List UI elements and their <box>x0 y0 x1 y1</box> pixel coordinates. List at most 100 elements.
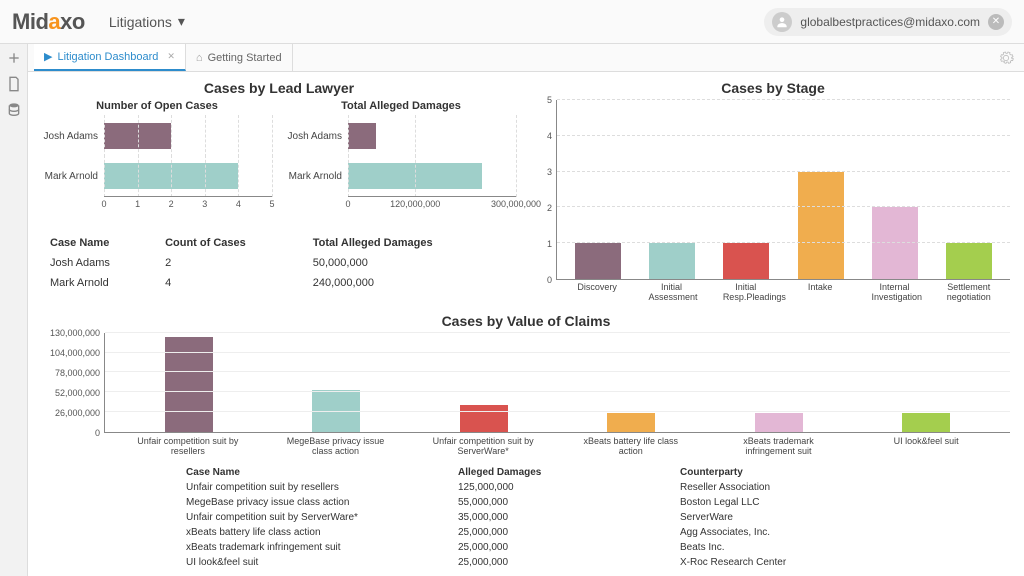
axis-label: Discovery <box>574 280 620 303</box>
axis-tick: 52,000,000 <box>55 388 100 398</box>
bar <box>872 207 918 279</box>
claims-table: Case Name Alleged Damages Counterparty U… <box>172 464 800 571</box>
bar-row: Josh Adams <box>286 116 516 156</box>
plot-area <box>104 333 1010 433</box>
bar-row: Mark Arnold <box>42 156 272 196</box>
tab-label: Litigation Dashboard <box>57 51 158 63</box>
chart-alleged-damages: Total Alleged Damages Josh Adams Mark Ar… <box>286 100 516 226</box>
axis-tick: 1 <box>547 239 552 249</box>
axis-tick: 120,000,000 <box>390 199 440 209</box>
y-axis: 026,000,00052,000,00078,000,000104,000,0… <box>42 333 104 433</box>
lawyer-table: Case Name Count of Cases Total Alleged D… <box>42 232 516 294</box>
bar <box>649 243 695 279</box>
panel-value-of-claims: Cases by Value of Claims 0 26,000,000 52,0… <box>42 313 1010 571</box>
bar <box>348 123 376 149</box>
logo-accent: a <box>48 9 60 34</box>
axis-label: MegeBase privacy issue class action <box>275 433 395 456</box>
axis-tick: 0 <box>95 428 100 438</box>
axis-tick: 0 <box>345 199 350 209</box>
axis-tick: 0 <box>547 275 552 285</box>
col-count: Count of Cases <box>159 234 305 252</box>
axis-tick: 26,000,000 <box>55 408 100 418</box>
col-damages: Total Alleged Damages <box>307 234 514 252</box>
table-row: xBeats battery life class action25,000,0… <box>174 526 798 539</box>
table-header-row: Case Name Alleged Damages Counterparty <box>174 466 798 479</box>
col-name: Case Name <box>44 234 157 252</box>
close-icon[interactable]: ✕ <box>167 51 175 62</box>
axis-label: Unfair competition suit by resellers <box>128 433 248 456</box>
table-row: Mark Arnold 4 240,000,000 <box>44 274 514 292</box>
plot-area <box>556 100 1010 280</box>
axis-tick: 0 <box>101 199 106 209</box>
database-icon[interactable] <box>6 102 22 118</box>
tab-litigation-dashboard[interactable]: ▶ Litigation Dashboard ✕ <box>34 44 186 71</box>
tabbar: ▶ Litigation Dashboard ✕ ⌂ Getting Start… <box>28 44 1024 72</box>
table-row: UI look&feel suit25,000,000X-Roc Researc… <box>174 556 798 569</box>
sidebar <box>0 44 28 576</box>
axis-label: Unfair competition suit by ServerWare* <box>423 433 543 456</box>
y-axis: 012345 <box>536 100 556 280</box>
panel-stage: Cases by Stage 0 1 2 3 4 5 Discovery Initial A… <box>536 80 1010 303</box>
table-row: Unfair competition suit by resellers125,… <box>174 481 798 494</box>
chart-title: Number of Open Cases <box>42 100 272 112</box>
axis-tick: 104,000,000 <box>50 348 100 358</box>
axis-tick: 5 <box>547 95 552 105</box>
app-header: Midaxo Litigations ▾ globalbestpractices… <box>0 0 1024 44</box>
axis-label: Settlement negotiation <box>946 280 992 303</box>
axis-tick: 5 <box>269 199 274 209</box>
axis-tick: 130,000,000 <box>50 328 100 338</box>
panel-lead-lawyer: Cases by Lead Lawyer Number of Open Case… <box>42 80 516 303</box>
chart-title: Total Alleged Damages <box>286 100 516 112</box>
close-icon[interactable]: ✕ <box>988 14 1004 30</box>
plus-icon[interactable] <box>6 50 22 66</box>
table-header-row: Case Name Count of Cases Total Alleged D… <box>44 234 514 252</box>
axis-label: Initial Assessment <box>648 280 694 303</box>
axis-label: UI look&feel suit <box>866 433 986 456</box>
axis-tick: 1 <box>135 199 140 209</box>
axis-label: xBeats battery life class action <box>571 433 691 456</box>
axis-tick: 3 <box>547 167 552 177</box>
x-axis: 0120,000,000300,000,000 <box>348 196 516 210</box>
axis-tick: 3 <box>202 199 207 209</box>
panel-title: Cases by Lead Lawyer <box>42 80 516 96</box>
panel-title: Cases by Stage <box>536 80 1010 96</box>
logo-text-2: xo <box>60 9 85 34</box>
bar-label: Mark Arnold <box>286 171 348 182</box>
app-logo: Midaxo <box>12 9 85 35</box>
axis-label: Internal Investigation <box>871 280 917 303</box>
panel-title: Cases by Value of Claims <box>42 313 1010 329</box>
axis-tick: 4 <box>547 131 552 141</box>
axis-tick: 300,000,000 <box>491 199 541 209</box>
bar <box>798 172 844 279</box>
avatar-icon <box>772 12 792 32</box>
bar-row: Josh Adams <box>42 116 272 156</box>
table-row: MegeBase privacy issue class action55,00… <box>174 496 798 509</box>
dashboard-content: Cases by Lead Lawyer Number of Open Case… <box>28 72 1024 576</box>
logo-text-1: Mid <box>12 9 48 34</box>
tab-getting-started[interactable]: ⌂ Getting Started <box>186 44 293 71</box>
bar-label: Josh Adams <box>286 131 348 142</box>
axis-tick: 4 <box>236 199 241 209</box>
bar <box>460 405 508 432</box>
bar <box>755 413 803 432</box>
section-dropdown[interactable]: Litigations ▾ <box>109 13 185 30</box>
user-chip[interactable]: globalbestpractices@midaxo.com ✕ <box>764 8 1012 36</box>
axis-tick: 2 <box>547 203 552 213</box>
table-row: Unfair competition suit by ServerWare*35… <box>174 511 798 524</box>
bar-label: Josh Adams <box>42 131 104 142</box>
document-icon[interactable] <box>6 76 22 92</box>
axis-label: Intake <box>797 280 843 303</box>
chart-value-of-claims: 026,000,00052,000,00078,000,000104,000,0… <box>42 333 1010 433</box>
chart-open-cases: Number of Open Cases Josh Adams Mark Arn… <box>42 100 272 226</box>
x-axis: 0 1 2 3 4 5 <box>104 196 272 210</box>
table-row: xBeats trademark infringement suit25,000… <box>174 541 798 554</box>
axis-label: Initial Resp.Pleadings <box>723 280 769 303</box>
axis-tick: 2 <box>169 199 174 209</box>
bar <box>575 243 621 279</box>
bar-label: Mark Arnold <box>42 171 104 182</box>
user-email: globalbestpractices@midaxo.com <box>800 15 980 29</box>
bar <box>607 413 655 432</box>
gear-icon[interactable] <box>998 50 1014 66</box>
play-icon: ▶ <box>44 50 52 63</box>
section-label: Litigations <box>109 14 172 30</box>
